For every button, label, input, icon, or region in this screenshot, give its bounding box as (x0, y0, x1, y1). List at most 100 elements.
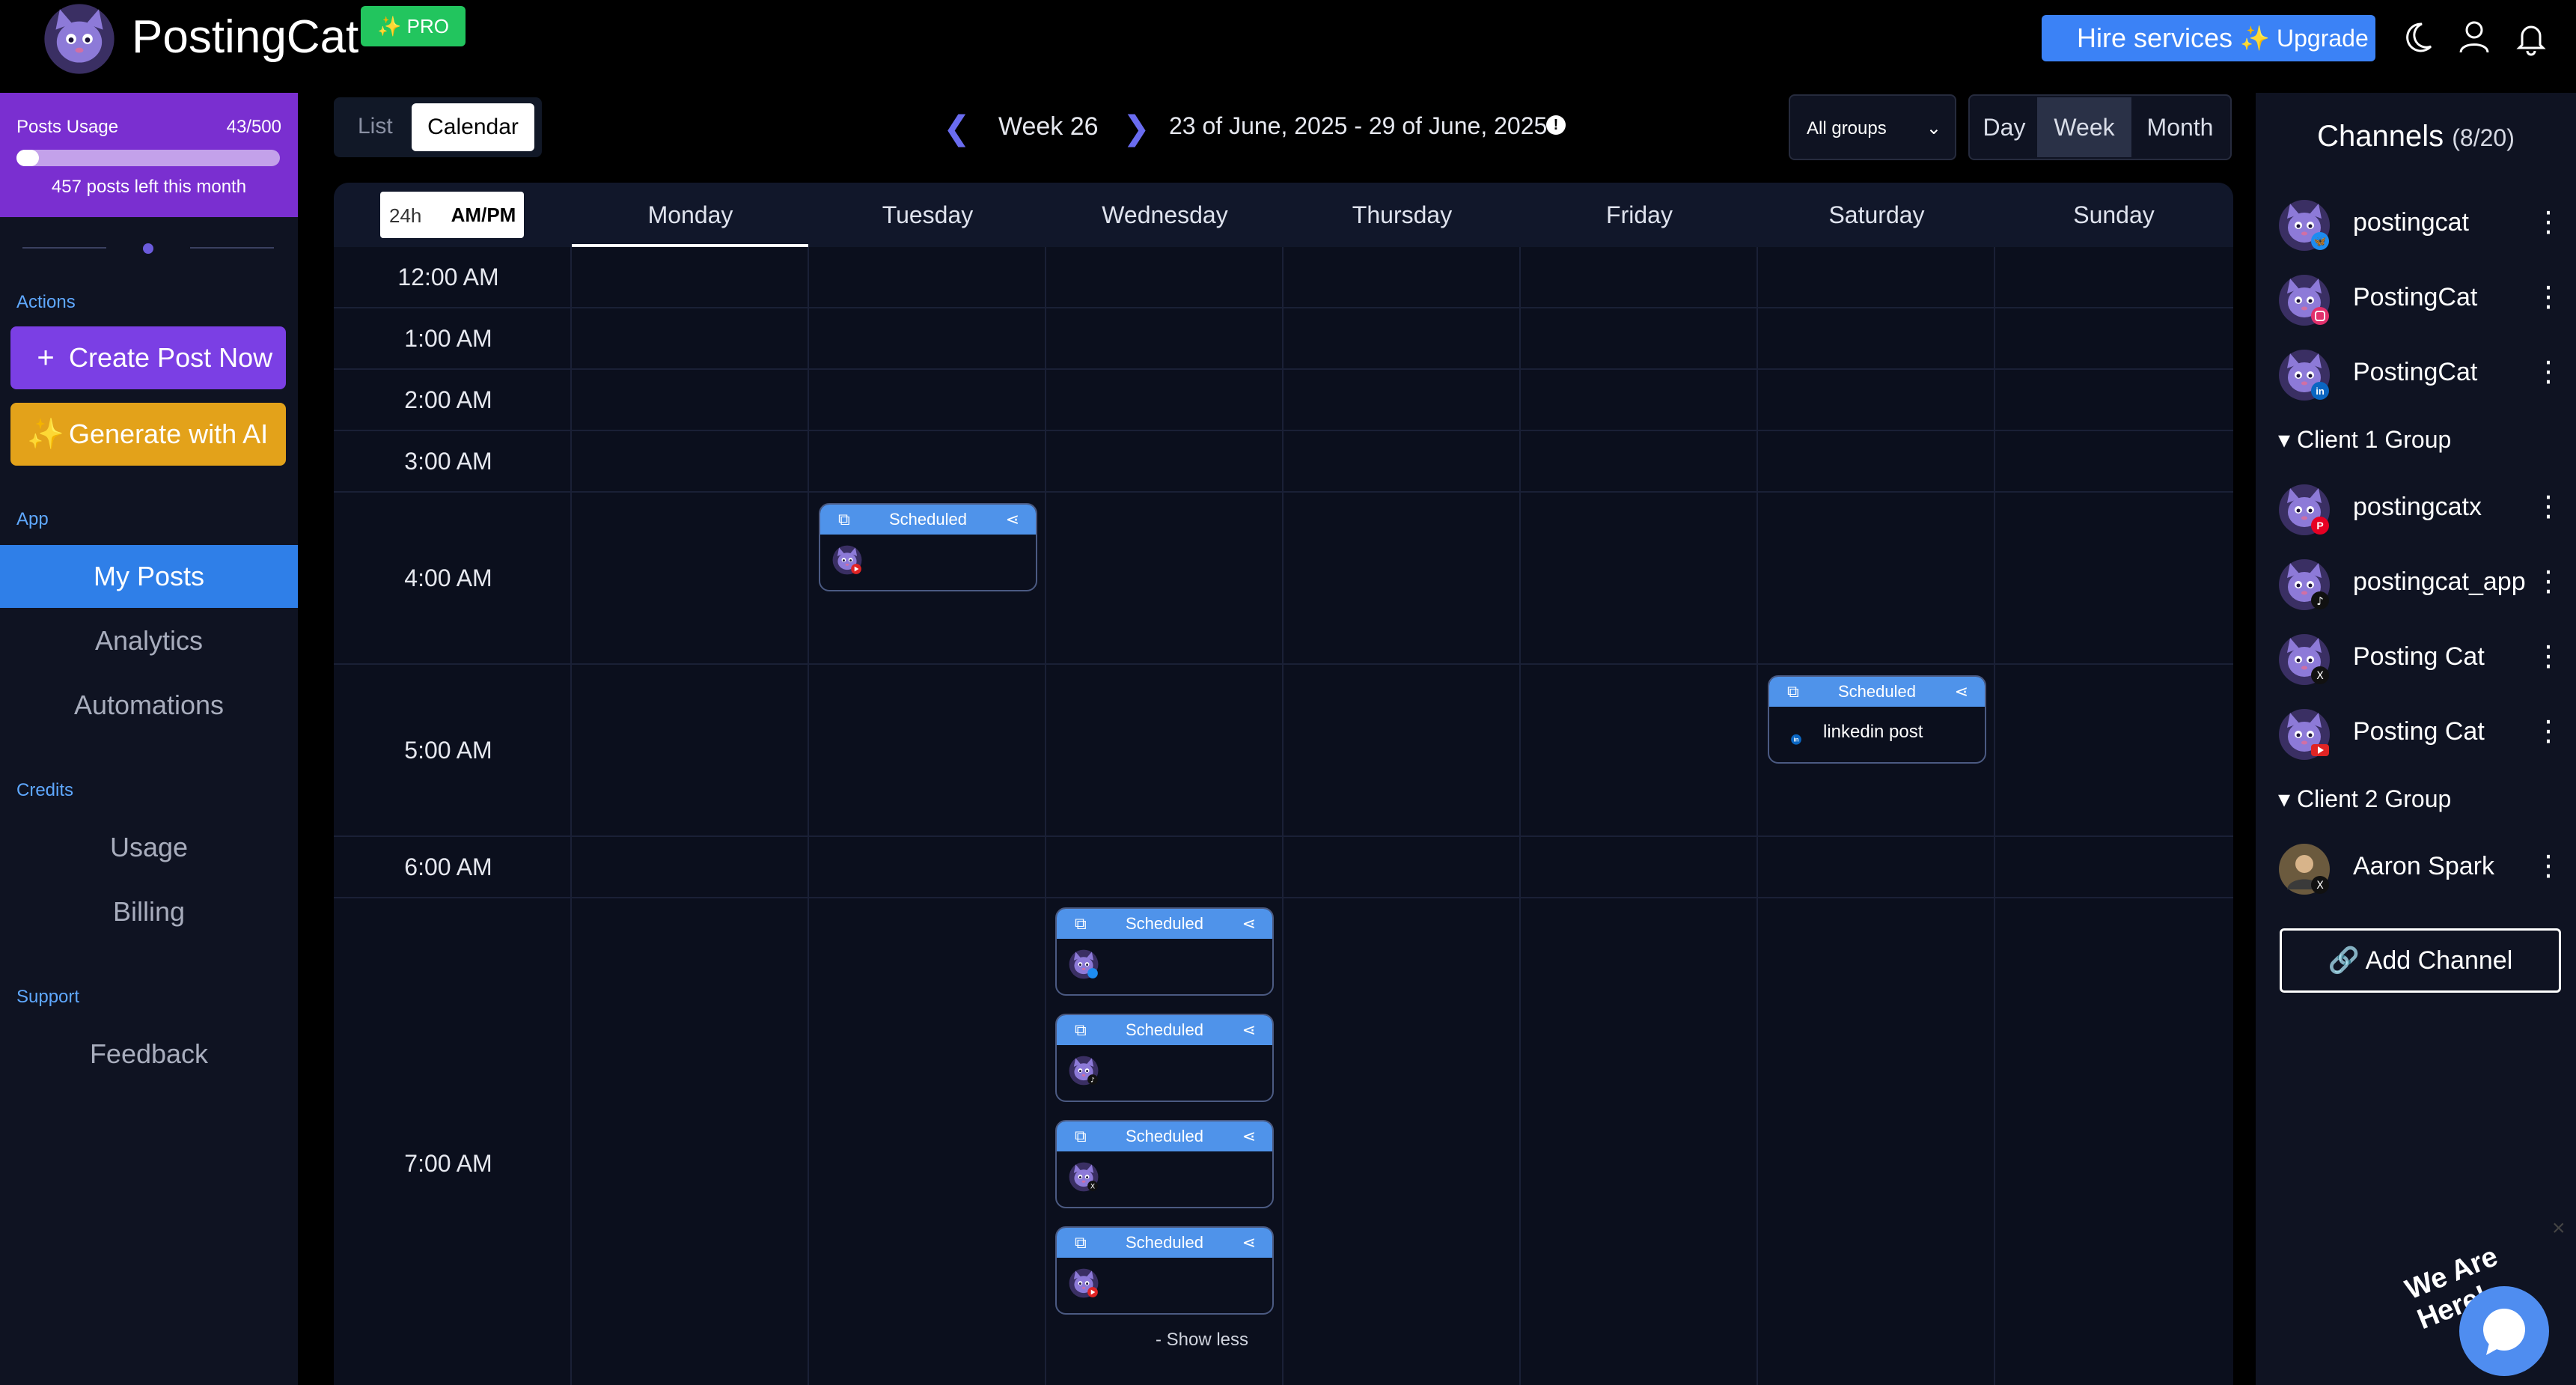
group-header-client-1[interactable]: ▾ Client 1 Group (2278, 425, 2451, 454)
time-label: 1:00 AM (404, 325, 492, 352)
scheduled-post-card[interactable]: ⧉ Scheduled ⋖ (1055, 907, 1274, 996)
more-vertical-icon[interactable]: ⋮ (2534, 355, 2563, 389)
view-month-button[interactable]: Month (2131, 97, 2229, 157)
more-vertical-icon[interactable]: ⋮ (2534, 280, 2563, 314)
group-name: Client 2 Group (2296, 785, 2452, 812)
channel-avatar-bluesky-icon (1069, 949, 1099, 979)
pro-badge: ✨ PRO (361, 6, 466, 46)
next-week-chevron-icon[interactable]: ❯ (1123, 109, 1150, 147)
share-icon[interactable]: ⋖ (1242, 1015, 1256, 1045)
status-label: Scheduled (1126, 914, 1203, 933)
day-header-tuesday[interactable]: Tuesday (809, 183, 1046, 247)
list-view-tab[interactable]: List (358, 114, 393, 139)
close-chat-icon[interactable]: × (2552, 1216, 2566, 1241)
more-vertical-icon[interactable]: ⋮ (2534, 564, 2563, 598)
status-label: Scheduled (889, 510, 967, 529)
time-label: 5:00 AM (404, 737, 492, 764)
channel-row[interactable]: P postingcatx ⋮ (2278, 479, 2563, 539)
svg-text:P: P (2316, 520, 2323, 532)
nav-usage[interactable]: Usage (0, 816, 298, 879)
format-ampm-option[interactable]: AM/PM (448, 195, 519, 235)
view-week-button[interactable]: Week (2037, 97, 2131, 157)
more-vertical-icon[interactable]: ⋮ (2534, 714, 2563, 748)
nav-automations[interactable]: Automations (0, 674, 298, 737)
dark-mode-moon-icon[interactable] (2396, 16, 2438, 58)
duplicate-icon[interactable]: ⧉ (838, 505, 850, 535)
channels-title: Channels (8/20) (2256, 120, 2576, 153)
column-divider (1282, 247, 1284, 1385)
channel-row[interactable]: 🦋 postingcat ⋮ (2278, 195, 2563, 255)
channel-row[interactable]: PostingCat ⋮ (2278, 270, 2563, 329)
card-header: ⧉ Scheduled ⋖ (1057, 1228, 1272, 1258)
day-header-friday[interactable]: Friday (1521, 183, 1758, 247)
duplicate-icon[interactable]: ⧉ (1787, 677, 1799, 707)
scheduled-post-card[interactable]: ⧉ Scheduled ⋖ in linkedin post (1768, 675, 1986, 764)
channel-row[interactable]: Posting Cat ⋮ (2278, 704, 2563, 764)
day-header-monday[interactable]: Monday (572, 183, 809, 247)
share-icon[interactable]: ⋖ (1242, 1121, 1256, 1151)
postingcat-logo-icon[interactable] (43, 3, 115, 75)
day-header-wednesday[interactable]: Wednesday (1046, 183, 1284, 247)
more-vertical-icon[interactable]: ⋮ (2534, 205, 2563, 239)
channel-row[interactable]: ♪ postingcat_app ⋮ (2278, 554, 2563, 614)
more-vertical-icon[interactable]: ⋮ (2534, 490, 2563, 523)
scheduled-post-card[interactable]: ⧉ Scheduled ⋖ (819, 503, 1037, 591)
channel-avatar-x-icon: X (1069, 1162, 1099, 1192)
duplicate-icon[interactable]: ⧉ (1075, 1015, 1087, 1045)
channel-name: PostingCat (2353, 283, 2478, 311)
scheduled-post-card[interactable]: ⧉ Scheduled ⋖ ♪ (1055, 1014, 1274, 1102)
share-icon[interactable]: ⋖ (1955, 677, 1968, 707)
groups-select[interactable]: All groups ⌄ (1789, 94, 1956, 160)
format-24h-option[interactable]: 24h (389, 204, 421, 228)
more-vertical-icon[interactable]: ⋮ (2534, 849, 2563, 883)
create-post-now-button[interactable]: + Create Post Now (10, 326, 286, 389)
group-header-client-2[interactable]: ▾ Client 2 Group (2278, 785, 2451, 813)
posts-usage-card: Posts Usage 43/500 457 posts left this m… (0, 93, 298, 217)
scheduled-post-card[interactable]: ⧉ Scheduled ⋖ X (1055, 1120, 1274, 1208)
nav-my-posts[interactable]: My Posts (0, 545, 298, 608)
share-icon[interactable]: ⋖ (1242, 1228, 1256, 1258)
share-icon[interactable]: ⋖ (1242, 909, 1256, 939)
upgrade-button[interactable]: ✨ Upgrade (2233, 15, 2375, 61)
channel-row[interactable]: in PostingCat ⋮ (2278, 344, 2563, 404)
nav-analytics[interactable]: Analytics (0, 609, 298, 672)
status-label: Scheduled (1126, 1020, 1203, 1039)
notifications-bell-icon[interactable] (2510, 16, 2552, 58)
duplicate-icon[interactable]: ⧉ (1075, 1228, 1087, 1258)
duplicate-icon[interactable]: ⧉ (1075, 909, 1087, 939)
add-channel-button[interactable]: 🔗 Add Channel (2280, 928, 2561, 993)
left-sidebar: Posts Usage 43/500 457 posts left this m… (0, 93, 298, 1385)
channel-row[interactable]: X Aaron Spark ⋮ (2278, 838, 2563, 898)
view-day-button[interactable]: Day (1971, 97, 2037, 157)
day-header-sunday[interactable]: Sunday (1995, 183, 2232, 247)
duplicate-icon[interactable]: ⧉ (1075, 1121, 1087, 1151)
previous-week-chevron-icon[interactable]: ❮ (943, 109, 971, 147)
channel-avatar-tiktok-icon: ♪ (2279, 559, 2330, 610)
channels-title-text: Channels (2317, 120, 2444, 153)
info-icon[interactable]: ! (1546, 115, 1566, 135)
show-less-link[interactable]: - Show less (1120, 1330, 1284, 1351)
chat-launcher-button[interactable] (2459, 1286, 2549, 1376)
day-header-thursday[interactable]: Thursday (1284, 183, 1521, 247)
nav-billing[interactable]: Billing (0, 880, 298, 943)
scheduled-post-card[interactable]: ⧉ Scheduled ⋖ (1055, 1226, 1274, 1315)
group-name: Client 1 Group (2296, 426, 2452, 453)
channel-row[interactable]: X Posting Cat ⋮ (2278, 629, 2563, 689)
channel-avatar-bluesky-icon: 🦋 (2279, 200, 2330, 251)
channel-avatar-youtube-icon (2279, 709, 2330, 760)
svg-text:X: X (1090, 1183, 1095, 1190)
usage-progress-fill (16, 150, 40, 166)
share-icon[interactable]: ⋖ (1006, 505, 1019, 535)
channel-avatar-youtube-icon (832, 545, 862, 575)
user-profile-icon[interactable] (2453, 16, 2495, 58)
day-header-saturday[interactable]: Saturday (1758, 183, 1995, 247)
nav-feedback[interactable]: Feedback (0, 1023, 298, 1086)
generate-with-ai-button[interactable]: ✨ Generate with AI (10, 403, 286, 466)
column-divider (1994, 247, 1995, 1385)
plus-icon: + (37, 341, 55, 374)
generate-ai-label: Generate with AI (69, 418, 269, 449)
more-vertical-icon[interactable]: ⋮ (2534, 639, 2563, 673)
calendar-view-tab[interactable]: Calendar (412, 103, 534, 151)
app-name[interactable]: PostingCat (132, 10, 358, 64)
svg-text:♪: ♪ (1090, 1077, 1095, 1084)
